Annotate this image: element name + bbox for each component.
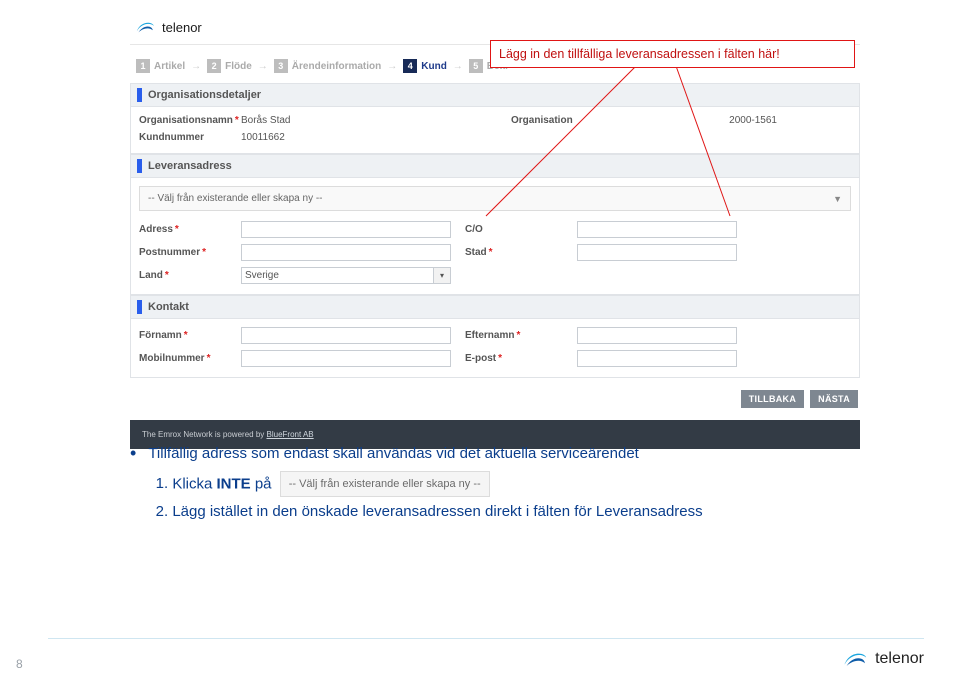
section-org-title: Organisationsdetaljer — [148, 89, 261, 101]
section-delivery-body: -- Välj från existerande eller skapa ny … — [130, 178, 860, 295]
section-org-header: Organisationsdetaljer — [130, 83, 860, 107]
section-contact-body: Förnamn* Efternamn* Mobilnummer* E-post* — [130, 319, 860, 378]
callout-text: Lägg in den tillfälliga leveransadressen… — [499, 47, 780, 61]
inline-select-chip: -- Välj från existerande eller skapa ny … — [280, 471, 490, 498]
country-label: Land* — [139, 270, 239, 281]
chevron-right-icon: → — [191, 61, 201, 72]
mobile-input[interactable] — [241, 350, 451, 367]
step-2: 2Flöde — [207, 59, 252, 73]
instruction-item-2: Lägg istället in den önskade leveransadr… — [172, 499, 702, 525]
section-marker-icon — [137, 300, 142, 314]
page-number: 8 — [16, 657, 23, 671]
city-input[interactable] — [577, 244, 737, 261]
firstname-label: Förnamn* — [139, 330, 239, 341]
section-contact-header: Kontakt — [130, 295, 860, 319]
section-marker-icon — [137, 88, 142, 102]
bullet-icon: • — [130, 444, 136, 527]
co-label: C/O — [465, 224, 575, 235]
delivery-select-placeholder: -- Välj från existerande eller skapa ny … — [148, 193, 323, 204]
page-footer: 8 telenor — [0, 645, 960, 673]
footer-text: The Emrox Network is powered by — [142, 430, 267, 439]
section-delivery-title: Leveransadress — [148, 160, 232, 172]
co-input[interactable] — [577, 221, 737, 238]
orgnum-value: 2000-1561 — [617, 115, 777, 126]
custnum-label: Kundnummer — [139, 132, 239, 143]
instruction-block: • Tillfällig adress som endast skall anv… — [130, 441, 830, 527]
section-delivery-header: Leveransadress — [130, 154, 860, 178]
chevron-down-icon[interactable]: ▾ — [434, 267, 451, 284]
instruction-item-1: Klicka INTE på -- Välj från existerande … — [172, 471, 702, 498]
app-screenshot: telenor 1Artikel → 2Flöde → 3Ärendeinfor… — [130, 10, 860, 449]
chevron-down-icon: ▼ — [833, 194, 842, 204]
footer-link[interactable]: BlueFront AB — [267, 430, 314, 439]
chevron-right-icon: → — [453, 61, 463, 72]
address-input[interactable] — [241, 221, 451, 238]
chevron-right-icon: → — [258, 61, 268, 72]
annotation-callout: Lägg in den tillfälliga leveransadressen… — [490, 40, 855, 68]
address-label: Adress* — [139, 224, 239, 235]
email-label: E-post* — [465, 353, 575, 364]
form-buttons: TILLBAKA NÄSTA — [130, 378, 860, 414]
orgnum-label: Organisation — [511, 115, 615, 126]
mobile-label: Mobilnummer* — [139, 353, 239, 364]
footer-brand-name: telenor — [875, 650, 924, 668]
section-contact-title: Kontakt — [148, 301, 189, 313]
lastname-input[interactable] — [577, 327, 737, 344]
footer-logo: telenor — [841, 645, 924, 673]
brand-name: telenor — [162, 20, 202, 35]
step-3: 3Ärendeinformation — [274, 59, 381, 73]
orgname-label: Organisationsnamn* — [139, 115, 239, 126]
firstname-input[interactable] — [241, 327, 451, 344]
back-button[interactable]: TILLBAKA — [741, 390, 804, 408]
orgname-value: Borås Stad — [241, 115, 431, 126]
telenor-logo-icon — [134, 16, 156, 38]
email-input[interactable] — [577, 350, 737, 367]
country-select[interactable]: Sverige — [241, 267, 434, 284]
chevron-right-icon: → — [387, 61, 397, 72]
next-button[interactable]: NÄSTA — [810, 390, 858, 408]
lastname-label: Efternamn* — [465, 330, 575, 341]
delivery-select[interactable]: -- Välj från existerande eller skapa ny … — [139, 186, 851, 211]
step-1: 1Artikel — [136, 59, 185, 73]
section-org-body: Organisationsnamn* Borås Stad Organisati… — [130, 107, 860, 154]
postal-label: Postnummer* — [139, 247, 239, 258]
footer-divider — [48, 638, 924, 639]
section-marker-icon — [137, 159, 142, 173]
instruction-heading: Tillfällig adress som endast skall använ… — [148, 441, 702, 467]
custnum-value: 10011662 — [241, 132, 431, 143]
telenor-logo-icon — [841, 645, 869, 673]
postal-input[interactable] — [241, 244, 451, 261]
city-label: Stad* — [465, 247, 575, 258]
step-4: 4Kund — [403, 59, 447, 73]
